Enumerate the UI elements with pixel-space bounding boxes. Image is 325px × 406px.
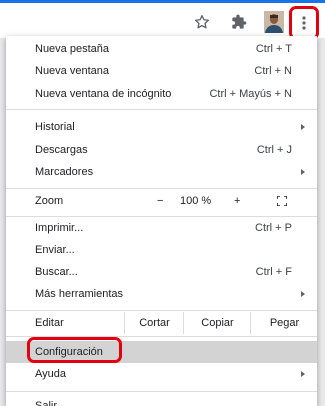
copy-button[interactable]: Copiar — [183, 312, 251, 334]
browser-toolbar — [0, 0, 325, 40]
menu-separator — [6, 188, 317, 189]
submenu-arrow-icon — [301, 124, 305, 130]
zoom-level: 100 % — [180, 195, 212, 207]
menu-item-exit[interactable]: Salir — [6, 395, 317, 406]
menu-item-history[interactable]: Historial — [6, 116, 317, 138]
menu-item-print[interactable]: Imprimir... Ctrl + P — [6, 217, 317, 239]
chrome-main-menu: Nueva pestaña Ctrl + T Nueva ventana Ctr… — [6, 36, 317, 406]
settings-highlight-box — [27, 337, 122, 363]
menu-item-send[interactable]: Enviar... — [6, 239, 317, 261]
menu-item-zoom: Zoom − 100 % + — [6, 190, 317, 212]
cut-button[interactable]: Cortar — [124, 312, 184, 334]
zoom-out-button[interactable]: − — [157, 190, 163, 212]
submenu-arrow-icon — [301, 169, 305, 175]
menu-item-new-tab[interactable]: Nueva pestaña Ctrl + T — [6, 38, 317, 60]
menu-item-more-tools[interactable]: Más herramientas — [6, 283, 317, 305]
submenu-arrow-icon — [301, 291, 305, 297]
puzzle-extension-icon[interactable] — [228, 11, 250, 33]
menu-separator — [6, 391, 317, 392]
submenu-arrow-icon — [301, 371, 305, 377]
menu-item-help[interactable]: Ayuda — [6, 363, 317, 385]
menu-item-new-window[interactable]: Nueva ventana Ctrl + N — [6, 60, 317, 82]
menu-separator — [6, 109, 317, 110]
menu-item-downloads[interactable]: Descargas Ctrl + J — [6, 139, 317, 161]
zoom-in-button[interactable]: + — [234, 190, 240, 212]
scrollbar-track[interactable] — [317, 38, 325, 406]
star-icon[interactable] — [191, 11, 213, 33]
menu-item-incognito[interactable]: Nueva ventana de incógnito Ctrl + Mayús … — [6, 83, 317, 105]
paste-button[interactable]: Pegar — [250, 312, 317, 334]
kebab-menu-icon[interactable] — [289, 6, 319, 40]
menu-item-find[interactable]: Buscar... Ctrl + F — [6, 261, 317, 283]
menu-separator — [6, 310, 317, 311]
profile-avatar[interactable] — [263, 11, 285, 33]
menu-item-edit: Editar Cortar Copiar Pegar — [6, 312, 317, 334]
fullscreen-icon[interactable] — [277, 196, 287, 206]
menu-item-bookmarks[interactable]: Marcadores — [6, 161, 317, 183]
